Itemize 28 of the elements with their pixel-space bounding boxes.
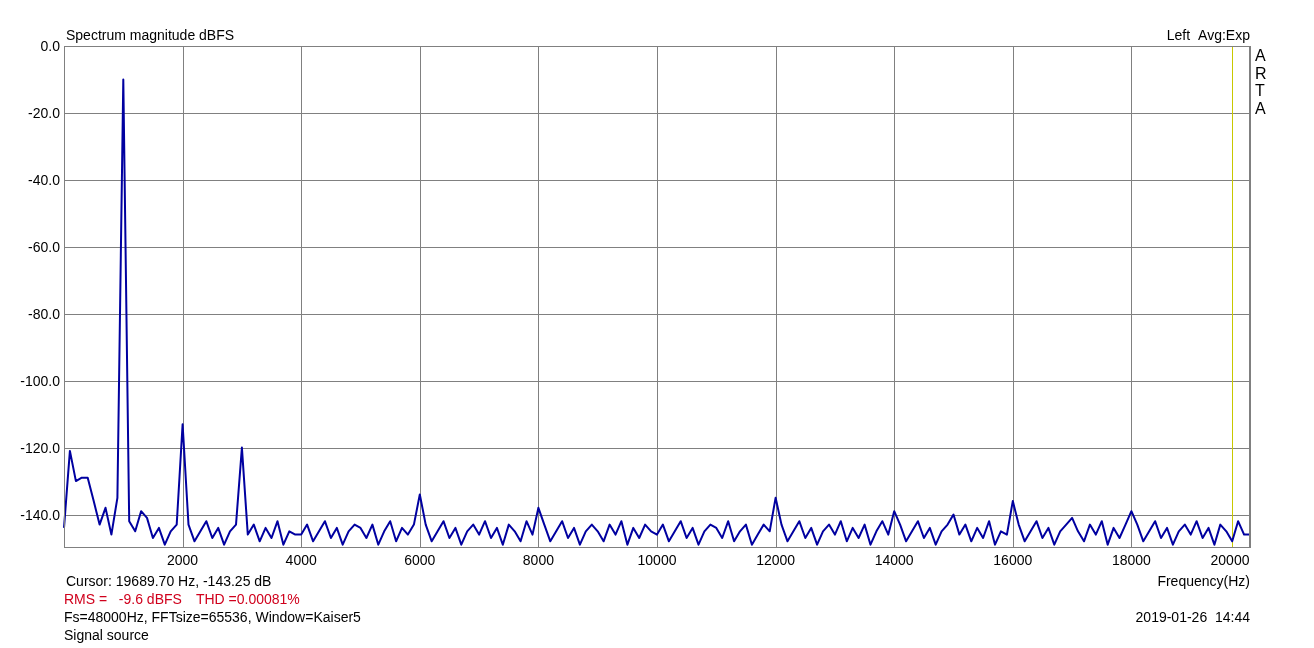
channel-status: Left Avg:Exp <box>1166 27 1250 43</box>
y-tick-label: 0.0 <box>40 38 60 54</box>
thd-readout: THD =0.00081% <box>195 590 300 608</box>
y-tick-label: -120.0 <box>20 439 60 456</box>
chart-title: Spectrum magnitude dBFS <box>66 27 235 43</box>
x-tick-label: 14000 <box>874 552 914 568</box>
x-axis-label: Frequency(Hz) <box>1156 572 1250 590</box>
y-tick-label: -100.0 <box>20 372 60 389</box>
x-tick-label: 4000 <box>285 552 317 568</box>
brand-label: ARTA <box>1255 47 1268 119</box>
x-tick-label: 16000 <box>993 552 1033 568</box>
y-tick-label: -20.0 <box>28 104 60 121</box>
x-tick-label: 8000 <box>522 552 554 568</box>
timestamp: 2019-01-26 14:44 <box>1135 608 1250 626</box>
x-tick-label: 2000 <box>167 552 199 568</box>
x-tick-label: 12000 <box>756 552 796 568</box>
x-tick-label: 10000 <box>637 552 677 568</box>
x-tick-label: 6000 <box>404 552 436 568</box>
signal-source-label: Signal source <box>64 626 150 644</box>
x-tick-label: 20000 <box>1210 552 1250 568</box>
y-tick-label: -60.0 <box>28 238 60 255</box>
rms-readout: RMS = -9.6 dBFS <box>64 590 182 608</box>
x-tick-label: 18000 <box>1111 552 1151 568</box>
y-tick-label: -40.0 <box>28 171 60 188</box>
y-tick-label: -80.0 <box>28 305 60 322</box>
cursor-readout: Cursor: 19689.70 Hz, -143.25 dB <box>66 572 273 590</box>
analysis-settings: Fs=48000Hz, FFTsize=65536, Window=Kaiser5 <box>64 608 362 626</box>
y-tick-label: -140.0 <box>20 506 60 523</box>
